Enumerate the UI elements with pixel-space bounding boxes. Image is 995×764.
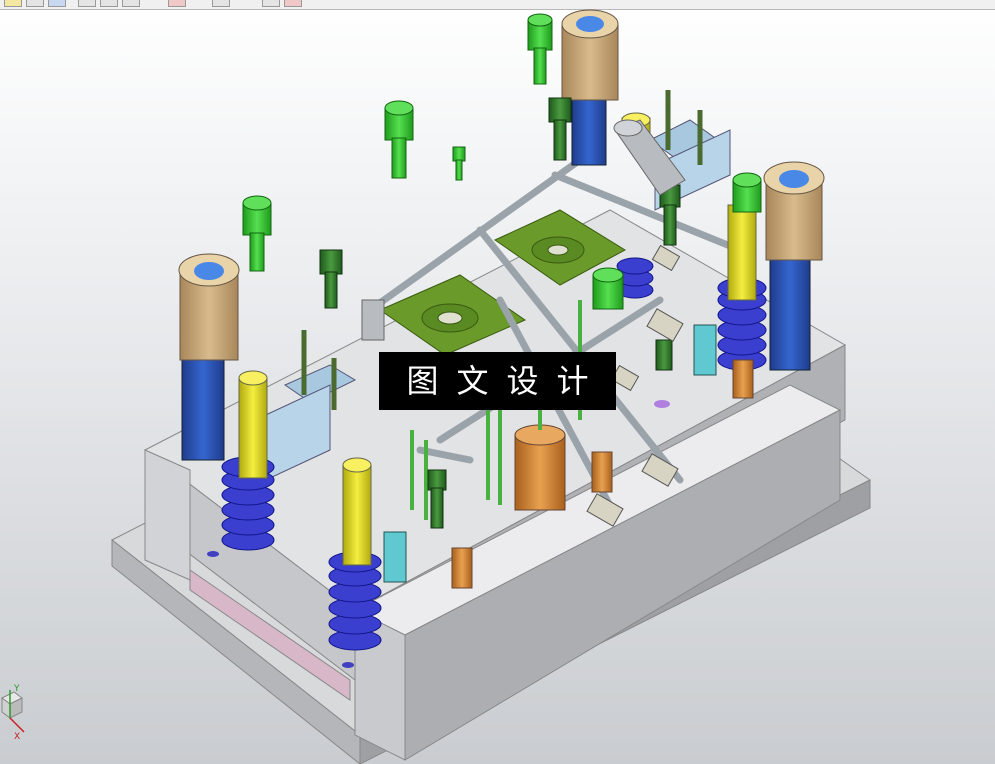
guide-pillar-back[interactable] — [561, 9, 619, 166]
support-pin-yellow-left-top — [238, 370, 268, 386]
dark-screw-4[interactable] — [427, 469, 447, 529]
cap-screw-1[interactable] — [527, 13, 553, 85]
3d-viewport[interactable]: 图文设计 Y X — [0, 0, 995, 764]
copper-core[interactable] — [514, 434, 566, 511]
orange-pin-1[interactable] — [451, 547, 473, 589]
angle-pin-top — [613, 119, 643, 137]
support-pin-yellow-front[interactable] — [342, 464, 372, 566]
cap-screw-6[interactable] — [452, 146, 466, 181]
bolt-hole-3 — [654, 400, 670, 408]
support-pin-yellow-front-top — [342, 457, 372, 473]
cyan-bushing-front[interactable] — [383, 531, 407, 583]
dark-screw-5[interactable] — [655, 339, 673, 371]
support-pin-yellow-left[interactable] — [238, 377, 268, 479]
support-pin-yellow-right[interactable] — [727, 204, 757, 301]
dark-screw-1[interactable] — [548, 97, 572, 161]
dark-screw-2[interactable] — [319, 249, 343, 309]
cap-screw-4[interactable] — [732, 172, 762, 213]
bolt-hole-1 — [207, 551, 219, 557]
view-triad[interactable]: Y X — [0, 680, 30, 750]
cap-screw-5[interactable] — [592, 267, 624, 310]
return-spring-front[interactable] — [328, 551, 382, 651]
x-axis-label: X — [14, 732, 21, 742]
angle-pin-left[interactable] — [361, 299, 385, 341]
orange-pin-2[interactable] — [591, 451, 613, 493]
orange-pin-3[interactable] — [732, 359, 754, 399]
y-axis-label: Y — [14, 684, 20, 694]
bolt-hole-2 — [342, 662, 354, 668]
dark-screw-3[interactable] — [659, 184, 681, 246]
cap-screw-3[interactable] — [242, 195, 272, 272]
cyan-bushing-right[interactable] — [693, 324, 717, 376]
cap-screw-2[interactable] — [384, 100, 414, 179]
watermark-banner: 图文设计 — [379, 352, 616, 410]
